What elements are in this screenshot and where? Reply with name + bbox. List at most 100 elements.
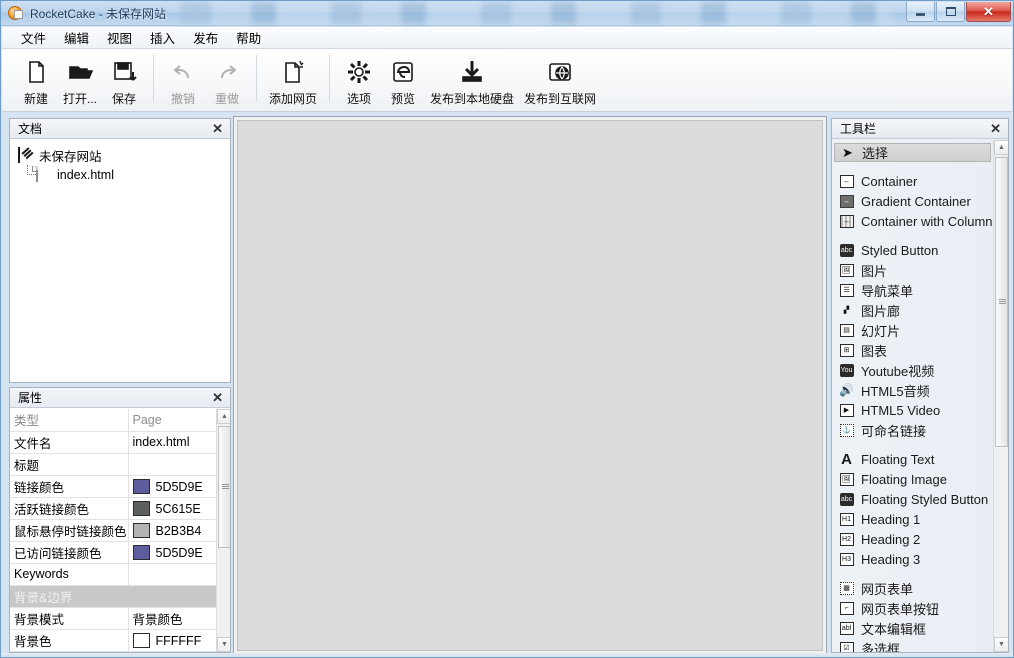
scroll-up-arrow-icon[interactable]: ▲ xyxy=(994,140,1008,155)
toolbox-panel-close-icon[interactable]: ✕ xyxy=(988,122,1003,135)
toolbox-item-floating-text[interactable]: AFloating Text xyxy=(832,449,993,469)
menu-item-5[interactable]: 帮助 xyxy=(227,26,270,49)
toolbar-button-new-page[interactable]: 新建 xyxy=(14,52,58,108)
tree-item-website[interactable]: 未保存网站 xyxy=(14,146,226,165)
toolbox-item-label: 图片廊 xyxy=(861,301,900,320)
property-value[interactable]: 5D5D9E xyxy=(128,475,218,497)
toolbox-item-floating-styled-button[interactable]: abcFloating Styled Button xyxy=(832,489,993,509)
property-value[interactable]: 5D5D9E xyxy=(128,541,218,563)
toolbar-button-add-page[interactable]: 添加网页 xyxy=(264,52,322,108)
canvas-surface[interactable] xyxy=(237,120,823,651)
toolbox-item-floating-image[interactable]: 🖼Floating Image xyxy=(832,469,993,489)
toolbar-button-save-disk[interactable]: 保存 xyxy=(102,52,146,108)
scroll-down-arrow-icon[interactable]: ▼ xyxy=(217,637,230,652)
toolbox-group-gap xyxy=(832,231,993,240)
toolbar-button-redo-arrow: 重做 xyxy=(205,52,249,108)
toolbox-item-styled-button[interactable]: abcStyled Button xyxy=(832,240,993,260)
menu-item-3[interactable]: 插入 xyxy=(141,26,184,49)
checkbox-icon: ☑ xyxy=(838,640,855,652)
close-button[interactable]: ✕ xyxy=(966,2,1011,22)
toolbox-item-image[interactable]: 🖼图片 xyxy=(832,260,993,280)
property-row[interactable]: 类型Page xyxy=(10,409,218,431)
documents-panel-close-icon[interactable]: ✕ xyxy=(210,122,225,135)
toolbox-item-heading3[interactable]: H3Heading 3 xyxy=(832,549,993,569)
property-value[interactable]: 背景颜色 xyxy=(128,607,218,629)
property-value[interactable] xyxy=(128,563,218,585)
minimize-button[interactable] xyxy=(906,2,935,22)
color-swatch[interactable] xyxy=(133,523,150,538)
property-row[interactable]: 鼠标悬停时链接颜色B2B3B4 xyxy=(10,519,218,541)
property-row[interactable]: Keywords xyxy=(10,563,218,585)
toolbar-button-browser-e[interactable]: 预览 xyxy=(381,52,425,108)
gallery-icon: ▞ xyxy=(838,302,855,318)
close-icon: ✕ xyxy=(983,5,994,18)
color-swatch[interactable] xyxy=(133,479,150,494)
toolbox-item-slideshow[interactable]: ▤幻灯片 xyxy=(832,320,993,340)
property-value[interactable]: 5C615E xyxy=(128,497,218,519)
menu-item-0[interactable]: 文件 xyxy=(12,26,55,49)
toolbox-item-text-input[interactable]: abl文本编辑框 xyxy=(832,618,993,638)
scroll-up-arrow-icon[interactable]: ▲ xyxy=(217,409,230,424)
properties-scrollbar[interactable]: ▲ ▼ xyxy=(216,409,230,652)
toolbar-button-download-disk[interactable]: 发布到本地硬盘 xyxy=(425,52,519,108)
property-row[interactable]: 已访问链接颜色5D5D9E xyxy=(10,541,218,563)
toolbox-item-list: ➤选择 ↔Container↔Gradient Container↔Contain… xyxy=(832,140,993,652)
toolbox-item-label: Youtube视频 xyxy=(861,361,934,380)
property-row[interactable]: 背景模式背景颜色 xyxy=(10,607,218,629)
toolbox-item-youtube[interactable]: YouYoutube视频 xyxy=(832,360,993,380)
color-swatch[interactable] xyxy=(133,633,150,648)
property-value[interactable] xyxy=(128,453,218,475)
property-row[interactable]: 标题 xyxy=(10,453,218,475)
menu-item-4[interactable]: 发布 xyxy=(184,26,227,49)
toolbox-item-nav-menu[interactable]: ☰导航菜单 xyxy=(832,280,993,300)
toolbar-button-gear[interactable]: 选项 xyxy=(337,52,381,108)
toolbox-item-label: Heading 3 xyxy=(861,552,920,567)
properties-scroll-thumb[interactable] xyxy=(218,426,230,548)
property-value[interactable]: index.html xyxy=(128,431,218,453)
property-key: 文件名 xyxy=(10,431,128,453)
gear-icon xyxy=(345,56,373,88)
toolbox-item-form-button[interactable]: ⌐网页表单按钮 xyxy=(832,598,993,618)
property-value[interactable]: Page xyxy=(128,409,218,431)
html-file-icon xyxy=(36,167,52,183)
property-row[interactable]: 背景色FFFFFF xyxy=(10,629,218,651)
property-row[interactable]: 活跃链接颜色5C615E xyxy=(10,497,218,519)
toolbox-scrollbar[interactable]: ▲ ▼ xyxy=(993,140,1008,652)
toolbox-item-table[interactable]: ⊞图表 xyxy=(832,340,993,360)
toolbox-group-gap xyxy=(832,162,993,171)
property-row[interactable]: 链接颜色5D5D9E xyxy=(10,475,218,497)
toolbox-item-checkbox[interactable]: ☑多选框 xyxy=(832,638,993,652)
scroll-down-arrow-icon[interactable]: ▼ xyxy=(994,637,1008,652)
toolbox-item-label: 文本编辑框 xyxy=(861,619,926,638)
properties-panel-close-icon[interactable]: ✕ xyxy=(210,391,225,404)
color-swatch[interactable] xyxy=(133,545,150,560)
toolbox-scroll-thumb[interactable] xyxy=(995,157,1008,447)
toolbox-item-audio[interactable]: 🔊HTML5音频 xyxy=(832,380,993,400)
property-value[interactable]: FFFFFF xyxy=(128,629,218,651)
toolbar-button-open-folder[interactable]: 打开... xyxy=(58,52,102,108)
tree-item-index-html[interactable]: index.html xyxy=(14,165,226,184)
window-title: RocketCake - 未保存网站 xyxy=(30,5,166,22)
toolbox-item-container[interactable]: ↔Container xyxy=(832,171,993,191)
property-row[interactable]: 背景&边界 xyxy=(10,585,218,607)
toolbox-item-heading1[interactable]: H1Heading 1 xyxy=(832,509,993,529)
toolbar-button-publish-globe[interactable]: 发布到互联网 xyxy=(519,52,601,108)
property-value[interactable]: B2B3B4 xyxy=(128,519,218,541)
toolbox-item-heading2[interactable]: H2Heading 2 xyxy=(832,529,993,549)
toolbox-item-pointer[interactable]: ➤选择 xyxy=(834,143,991,162)
color-swatch[interactable] xyxy=(133,501,150,516)
toolbox-item-anchor-link[interactable]: ⚓可命名链接 xyxy=(832,420,993,440)
toolbox-item-web-form[interactable]: ▦网页表单 xyxy=(832,578,993,598)
toolbox-item-container-columns[interactable]: ↔Container with Columns xyxy=(832,211,993,231)
toolbox-item-video[interactable]: ▶HTML5 Video xyxy=(832,400,993,420)
menu-item-1[interactable]: 编辑 xyxy=(55,26,98,49)
toolbox-item-gradient-container[interactable]: ↔Gradient Container xyxy=(832,191,993,211)
property-row[interactable]: 文件名index.html xyxy=(10,431,218,453)
add-page-icon xyxy=(279,56,307,88)
menu-item-2[interactable]: 视图 xyxy=(98,26,141,49)
container-icon: ↔ xyxy=(838,173,855,189)
toolbox-item-gallery[interactable]: ▞ 图片廊 xyxy=(832,300,993,320)
page-canvas[interactable] xyxy=(233,116,827,655)
toolbox-panel-header: 工具栏 ✕ xyxy=(832,119,1008,139)
maximize-button[interactable] xyxy=(936,2,965,22)
